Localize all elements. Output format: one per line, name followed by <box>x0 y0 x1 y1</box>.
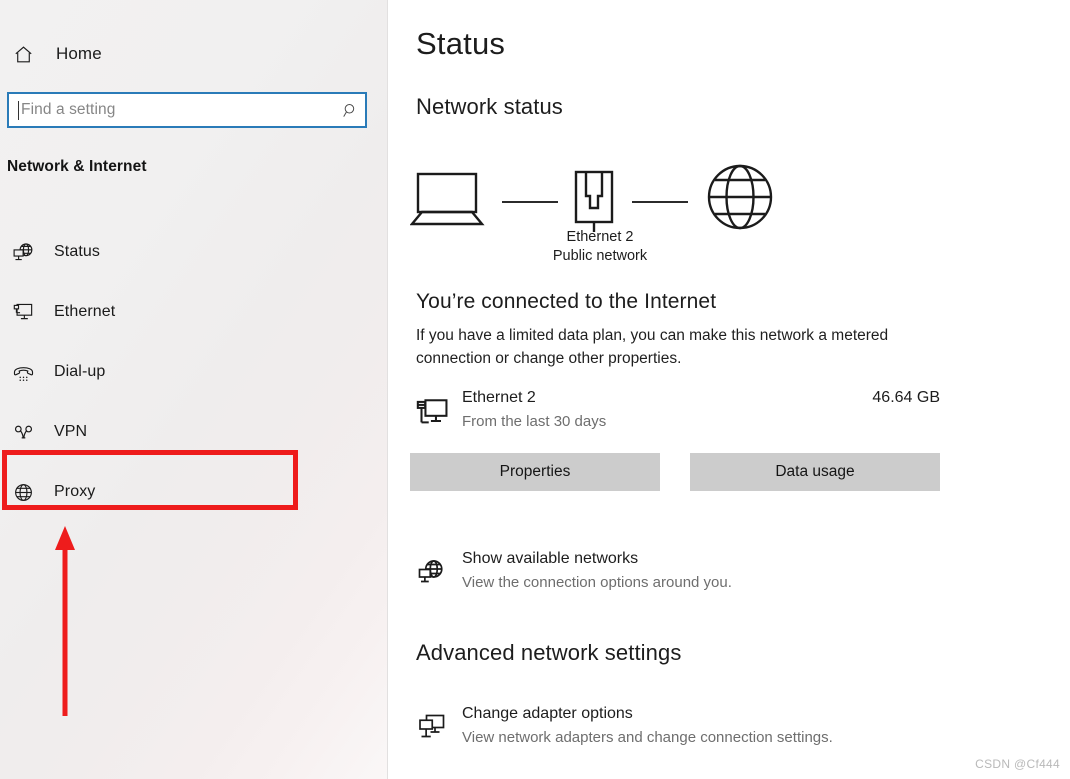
sidebar-item-home[interactable]: Home <box>0 36 340 72</box>
laptop-icon <box>412 174 482 224</box>
sidebar-item-proxy[interactable]: Proxy <box>0 462 388 522</box>
link-title: Change adapter options <box>462 705 633 723</box>
sidebar-item-dial-up[interactable]: Dial-up <box>0 342 388 402</box>
annotation-arrow-up <box>50 524 80 719</box>
data-usage-period: From the last 30 days <box>462 413 606 430</box>
home-label: Home <box>56 44 102 64</box>
sidebar-item-label: Ethernet <box>54 303 115 321</box>
main-content: Status Network status <box>388 0 1070 779</box>
adapter-name: Ethernet 2 <box>410 228 790 247</box>
sidebar-item-label: Proxy <box>54 483 95 501</box>
network-status-heading: Network status <box>416 94 563 120</box>
diagram-caption: Ethernet 2 Public network <box>410 228 790 266</box>
action-buttons: Properties Data usage <box>410 453 940 491</box>
connection-description: If you have a limited data plan, you can… <box>416 324 906 370</box>
sidebar-nav: Status Ethernet <box>0 222 388 522</box>
properties-button[interactable]: Properties <box>410 453 660 491</box>
sidebar-section-title: Network & Internet <box>7 158 147 176</box>
data-usage-button[interactable]: Data usage <box>690 453 940 491</box>
sidebar-item-label: Status <box>54 243 100 261</box>
data-usage-summary: Ethernet 2 From the last 30 days 46.64 G… <box>410 388 940 436</box>
globe-icon <box>709 166 771 228</box>
advanced-settings-heading: Advanced network settings <box>416 640 681 666</box>
ethernet-monitor-icon <box>410 392 454 432</box>
show-available-networks-link[interactable]: Show available networks View the connect… <box>410 550 950 596</box>
globe-monitor-icon <box>8 237 38 267</box>
data-usage-adapter-name: Ethernet 2 <box>462 389 536 407</box>
ethernet-port-icon <box>576 172 612 232</box>
ethernet-monitor-icon <box>8 297 38 327</box>
sidebar-item-status[interactable]: Status <box>0 222 388 282</box>
page-title: Status <box>416 26 505 62</box>
data-usage-value: 46.64 GB <box>872 389 940 407</box>
link-subtitle: View the connection options around you. <box>462 574 732 591</box>
available-networks-icon <box>410 552 454 592</box>
sidebar-item-vpn[interactable]: VPN <box>0 402 388 462</box>
search-icon[interactable] <box>335 102 365 119</box>
sidebar-item-ethernet[interactable]: Ethernet <box>0 282 388 342</box>
change-adapter-options-link[interactable]: Change adapter options View network adap… <box>410 705 950 751</box>
sidebar-item-label: VPN <box>54 423 87 441</box>
network-type: Public network <box>410 247 790 266</box>
globe-icon <box>8 477 38 507</box>
connection-heading: You’re connected to the Internet <box>416 290 716 314</box>
vpn-knot-icon <box>8 417 38 447</box>
watermark: CSDN @Cf444 <box>975 757 1060 771</box>
telephone-icon <box>8 357 38 387</box>
search-input[interactable]: Find a setting <box>7 92 367 128</box>
link-title: Show available networks <box>462 550 638 568</box>
home-icon <box>10 41 36 67</box>
settings-window: Home Find a setting Network & Internet <box>0 0 1070 779</box>
link-subtitle: View network adapters and change connect… <box>462 729 833 746</box>
adapter-options-icon <box>410 707 454 747</box>
sidebar-item-label: Dial-up <box>54 363 105 381</box>
search-placeholder: Find a setting <box>19 101 335 119</box>
sidebar: Home Find a setting Network & Internet <box>0 0 388 779</box>
